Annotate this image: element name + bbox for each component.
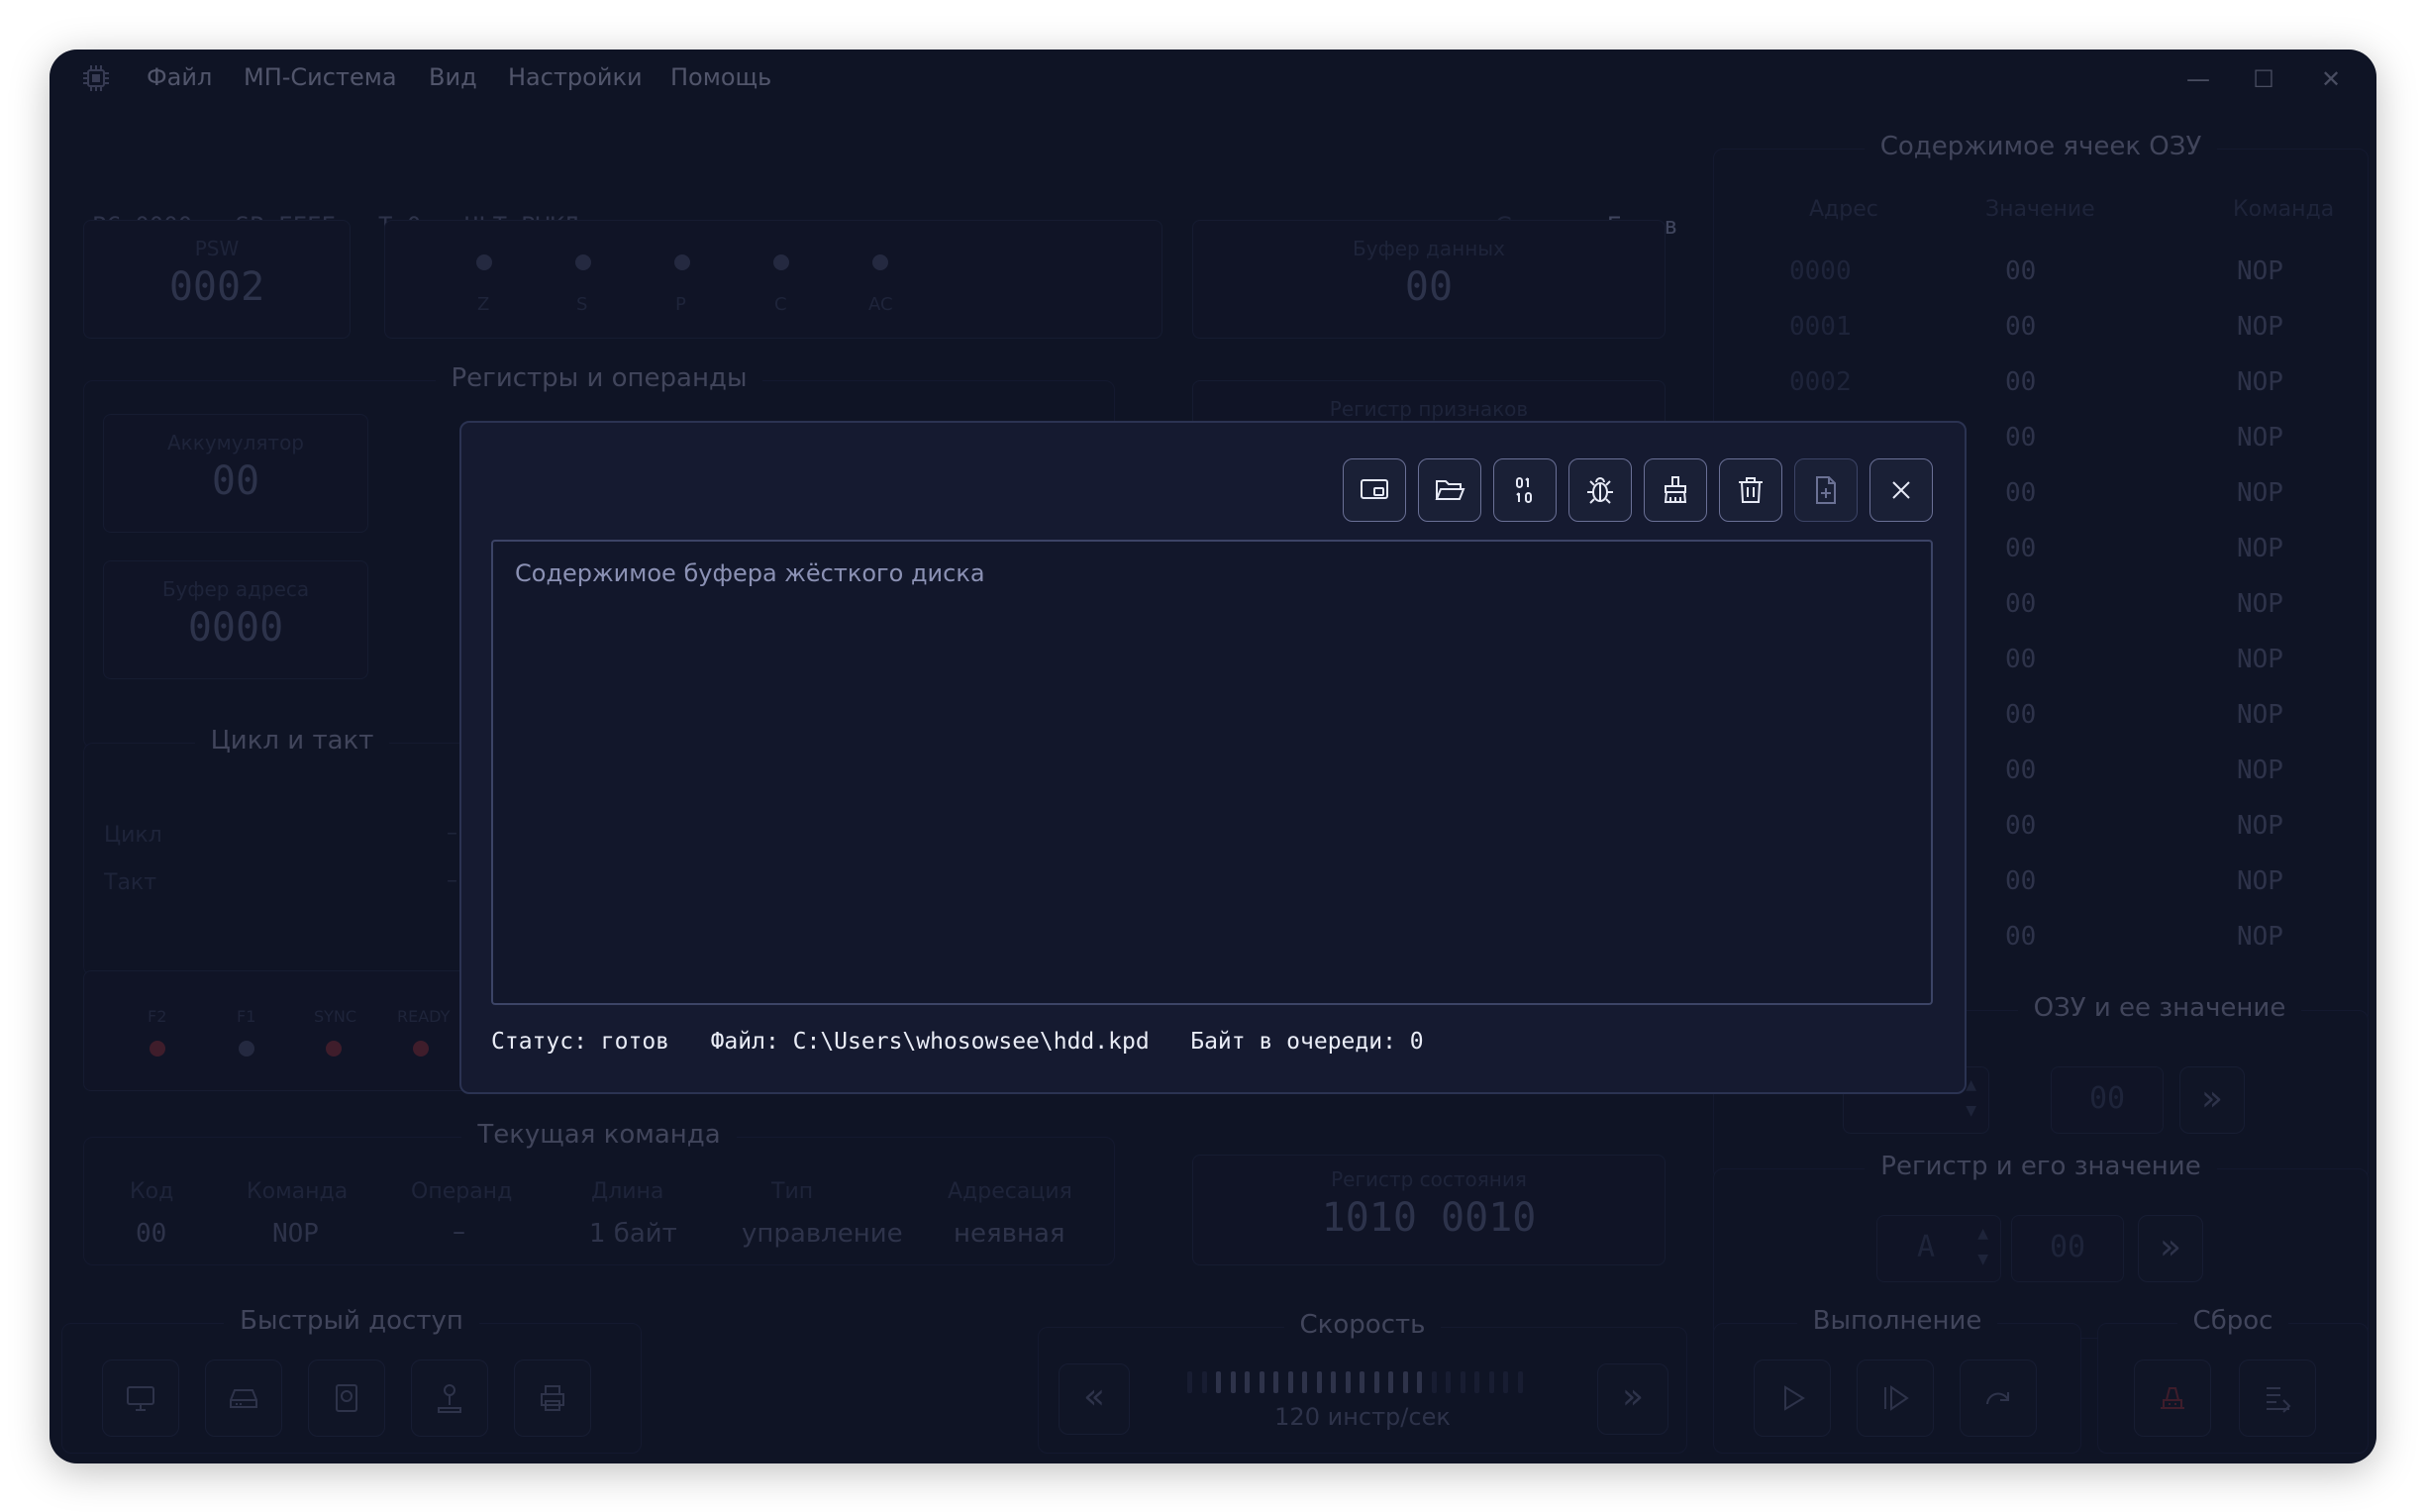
folder-open-icon: [1435, 480, 1465, 500]
clear-icon: [1664, 476, 1687, 503]
dialog-new-file-button[interactable]: [1794, 458, 1858, 522]
dialog-queue-count: Байт в очереди: 0: [1190, 1029, 1424, 1055]
new-file-icon: [1816, 476, 1836, 504]
dialog-status-text: Статус: готов: [491, 1029, 670, 1055]
dialog-binary-button[interactable]: [1493, 458, 1557, 522]
dialog-debug-button[interactable]: [1568, 458, 1632, 522]
dialog-file-path: Файл: C:\Users\whosowsee\hdd.kpd: [710, 1029, 1150, 1055]
dialog-close-button[interactable]: [1869, 458, 1933, 522]
dialog-delete-button[interactable]: [1719, 458, 1782, 522]
hdd-buffer-placeholder: Содержимое буфера жёсткого диска: [515, 559, 985, 587]
app-window: Файл МП-Система Вид Настройки Помощь — ☐…: [50, 50, 2376, 1463]
dialog-open-button[interactable]: [1418, 458, 1481, 522]
close-icon: [1892, 481, 1910, 499]
hdd-buffer-textarea[interactable]: Содержимое буфера жёсткого диска: [491, 540, 1933, 1005]
bug-icon: [1587, 477, 1613, 504]
dialog-status-bar: Статус: готов Файл: C:\Users\whosowsee\h…: [491, 1029, 1424, 1055]
screen-icon: [1361, 479, 1388, 499]
dialog-screen-button[interactable]: [1343, 458, 1406, 522]
dialog-clear-button[interactable]: [1644, 458, 1707, 522]
binary-icon: [1516, 477, 1532, 503]
trash-icon: [1739, 477, 1763, 503]
hdd-buffer-dialog: Содержимое буфера жёсткого диска Статус:…: [459, 421, 1967, 1094]
